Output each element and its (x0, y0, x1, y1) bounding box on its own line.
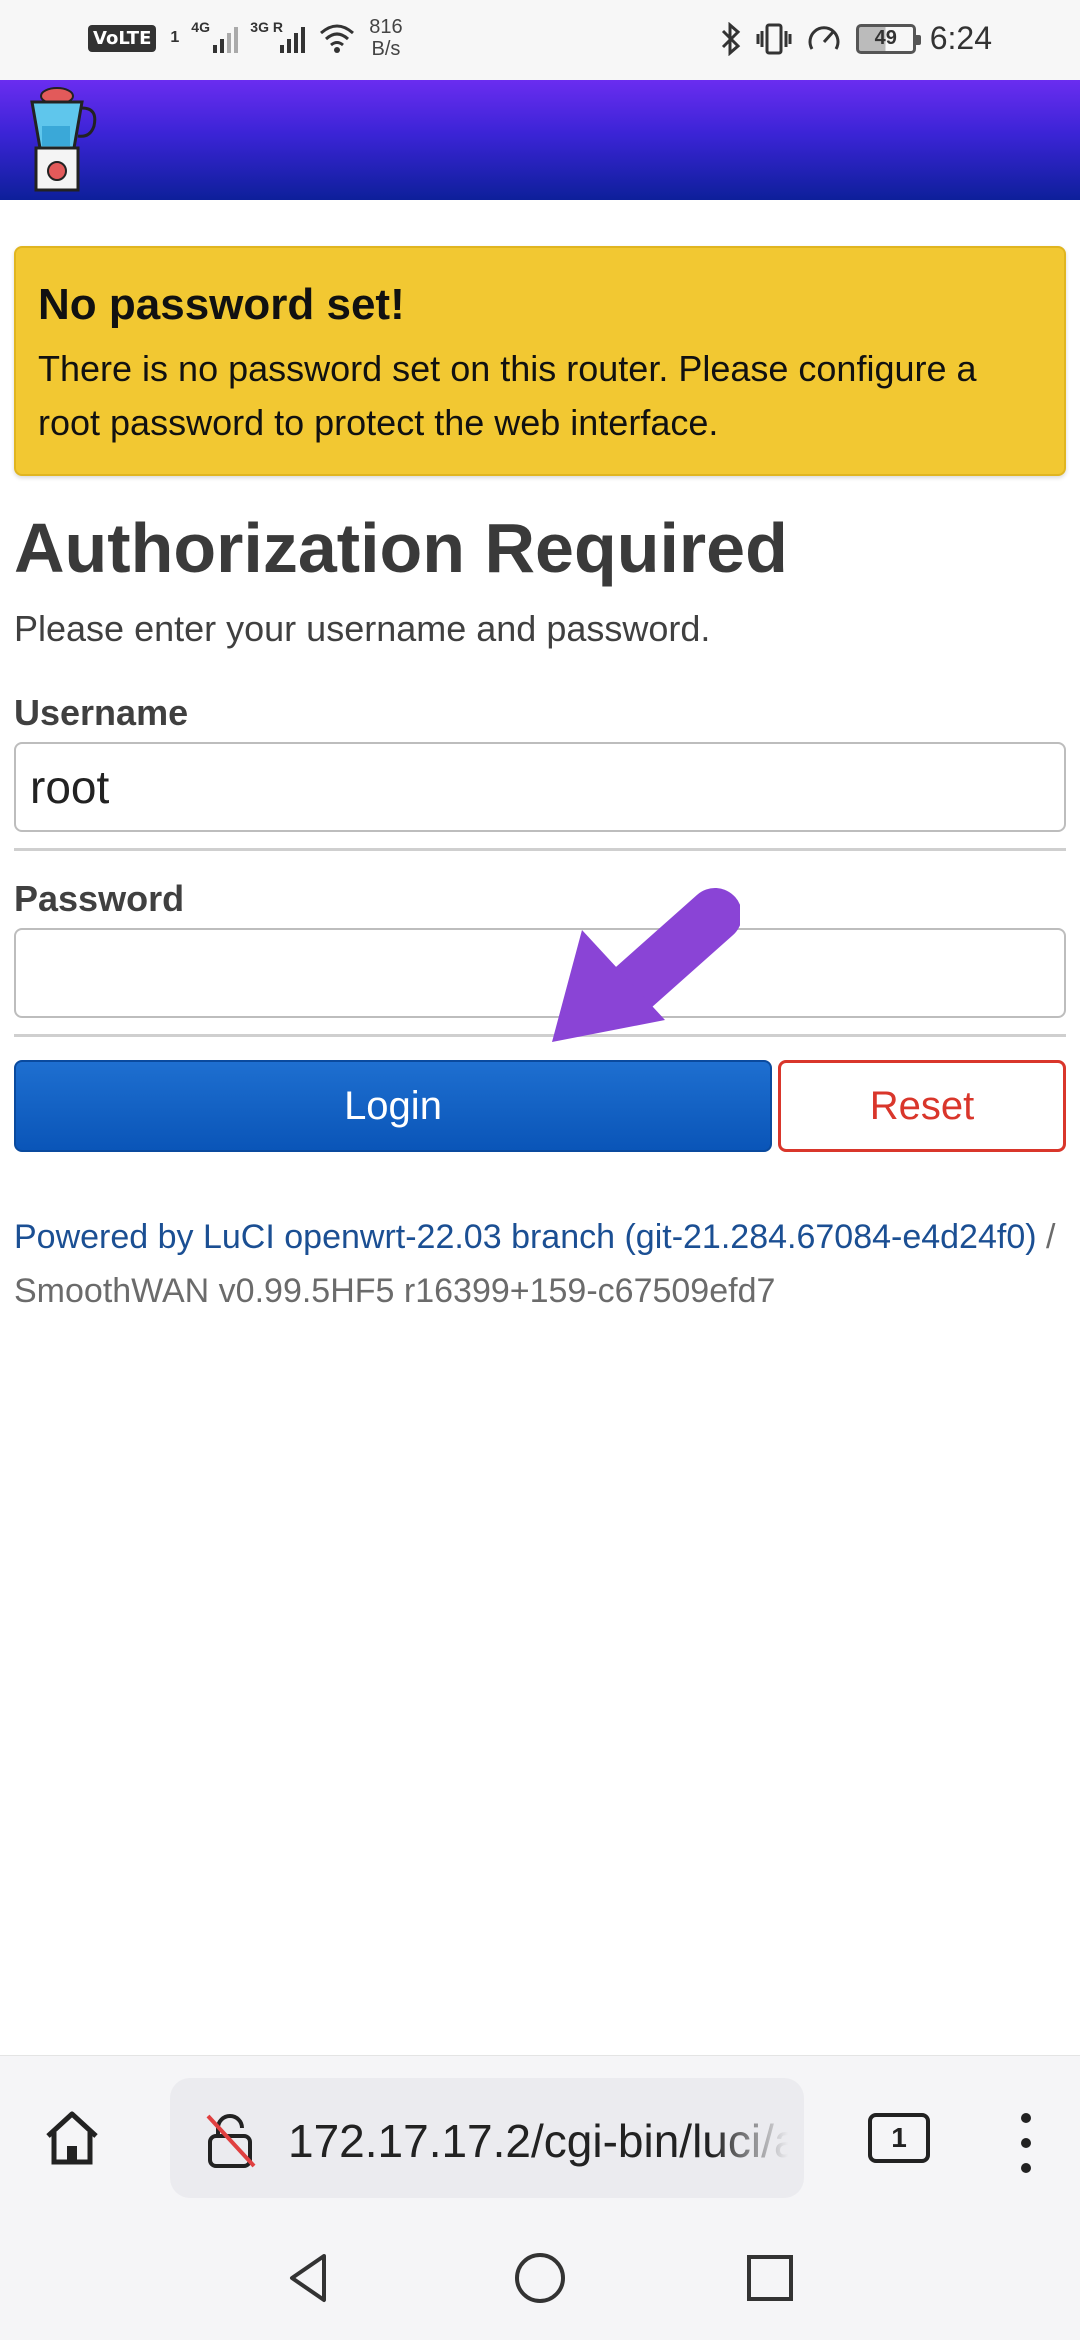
username-divider (14, 848, 1066, 851)
page-footer: Powered by LuCI openwrt-22.03 branch (gi… (14, 1210, 1066, 1318)
alert-title: No password set! (38, 280, 405, 329)
footer-separator: / (1036, 1218, 1056, 1256)
status-left: VoLTE 1 4G 3G R 816 B/s (88, 16, 403, 60)
speed-value: 816 (369, 16, 403, 38)
luci-powered-link[interactable]: Powered by LuCI openwrt-22.03 branch (gi… (14, 1218, 1037, 1256)
address-bar[interactable]: 172.17.17.2/cgi-bin/luci/admin (170, 2078, 804, 2198)
reset-button[interactable]: Reset (778, 1060, 1066, 1152)
signal-4g-label: 4G (191, 19, 210, 35)
home-nav-icon[interactable] (510, 2248, 570, 2308)
vibrate-icon (756, 23, 792, 54)
sim-indicator: 1 (170, 29, 180, 46)
tabs-icon[interactable]: 1 (868, 2113, 930, 2163)
password-label: Password (14, 878, 185, 919)
page-subtitle: Please enter your username and password. (14, 608, 711, 649)
home-icon[interactable] (40, 2106, 104, 2170)
login-button[interactable]: Login (14, 1060, 772, 1152)
back-icon[interactable] (280, 2248, 340, 2308)
url-text[interactable]: 172.17.17.2/cgi-bin/luci/admin (288, 2114, 788, 2168)
blender-logo-icon[interactable] (20, 86, 100, 194)
status-right: 49 6:24 (720, 20, 992, 57)
more-icon[interactable] (1016, 2108, 1036, 2178)
network-speed: 816 B/s (369, 16, 402, 60)
app-header (0, 80, 1080, 200)
volte-icon: VoLTE (88, 24, 157, 52)
signal-3g-label: 3G R (250, 19, 283, 35)
speed-unit: B/s (371, 38, 401, 60)
wifi-icon (320, 24, 355, 53)
page-title: Authorization Required (14, 509, 788, 587)
no-password-alert: No password set! There is no password se… (14, 246, 1066, 476)
insecure-lock-icon[interactable] (200, 2110, 260, 2170)
firmware-version: SmoothWAN v0.99.5HF5 r16399+159-c67509ef… (14, 1272, 776, 1310)
username-label: Username (14, 692, 189, 733)
username-input[interactable] (14, 742, 1066, 832)
browser-toolbar: 172.17.17.2/cgi-bin/luci/admin 1 (0, 2055, 1080, 2220)
recents-icon[interactable] (740, 2248, 800, 2308)
pointer-arrow-icon (552, 888, 740, 1042)
alert-message: There is no password set on this router.… (38, 348, 977, 443)
signal-4g-icon: 4G (191, 19, 239, 53)
clock: 6:24 (929, 20, 992, 56)
status-bar: VoLTE 1 4G 3G R 816 B/s 49 6:24 (0, 0, 1080, 80)
signal-3g-icon: 3G R (250, 19, 306, 53)
battery-indicator: 49 (855, 23, 921, 54)
system-nav-bar (0, 2220, 1080, 2340)
bluetooth-icon (721, 21, 740, 56)
data-saver-icon (808, 25, 840, 50)
